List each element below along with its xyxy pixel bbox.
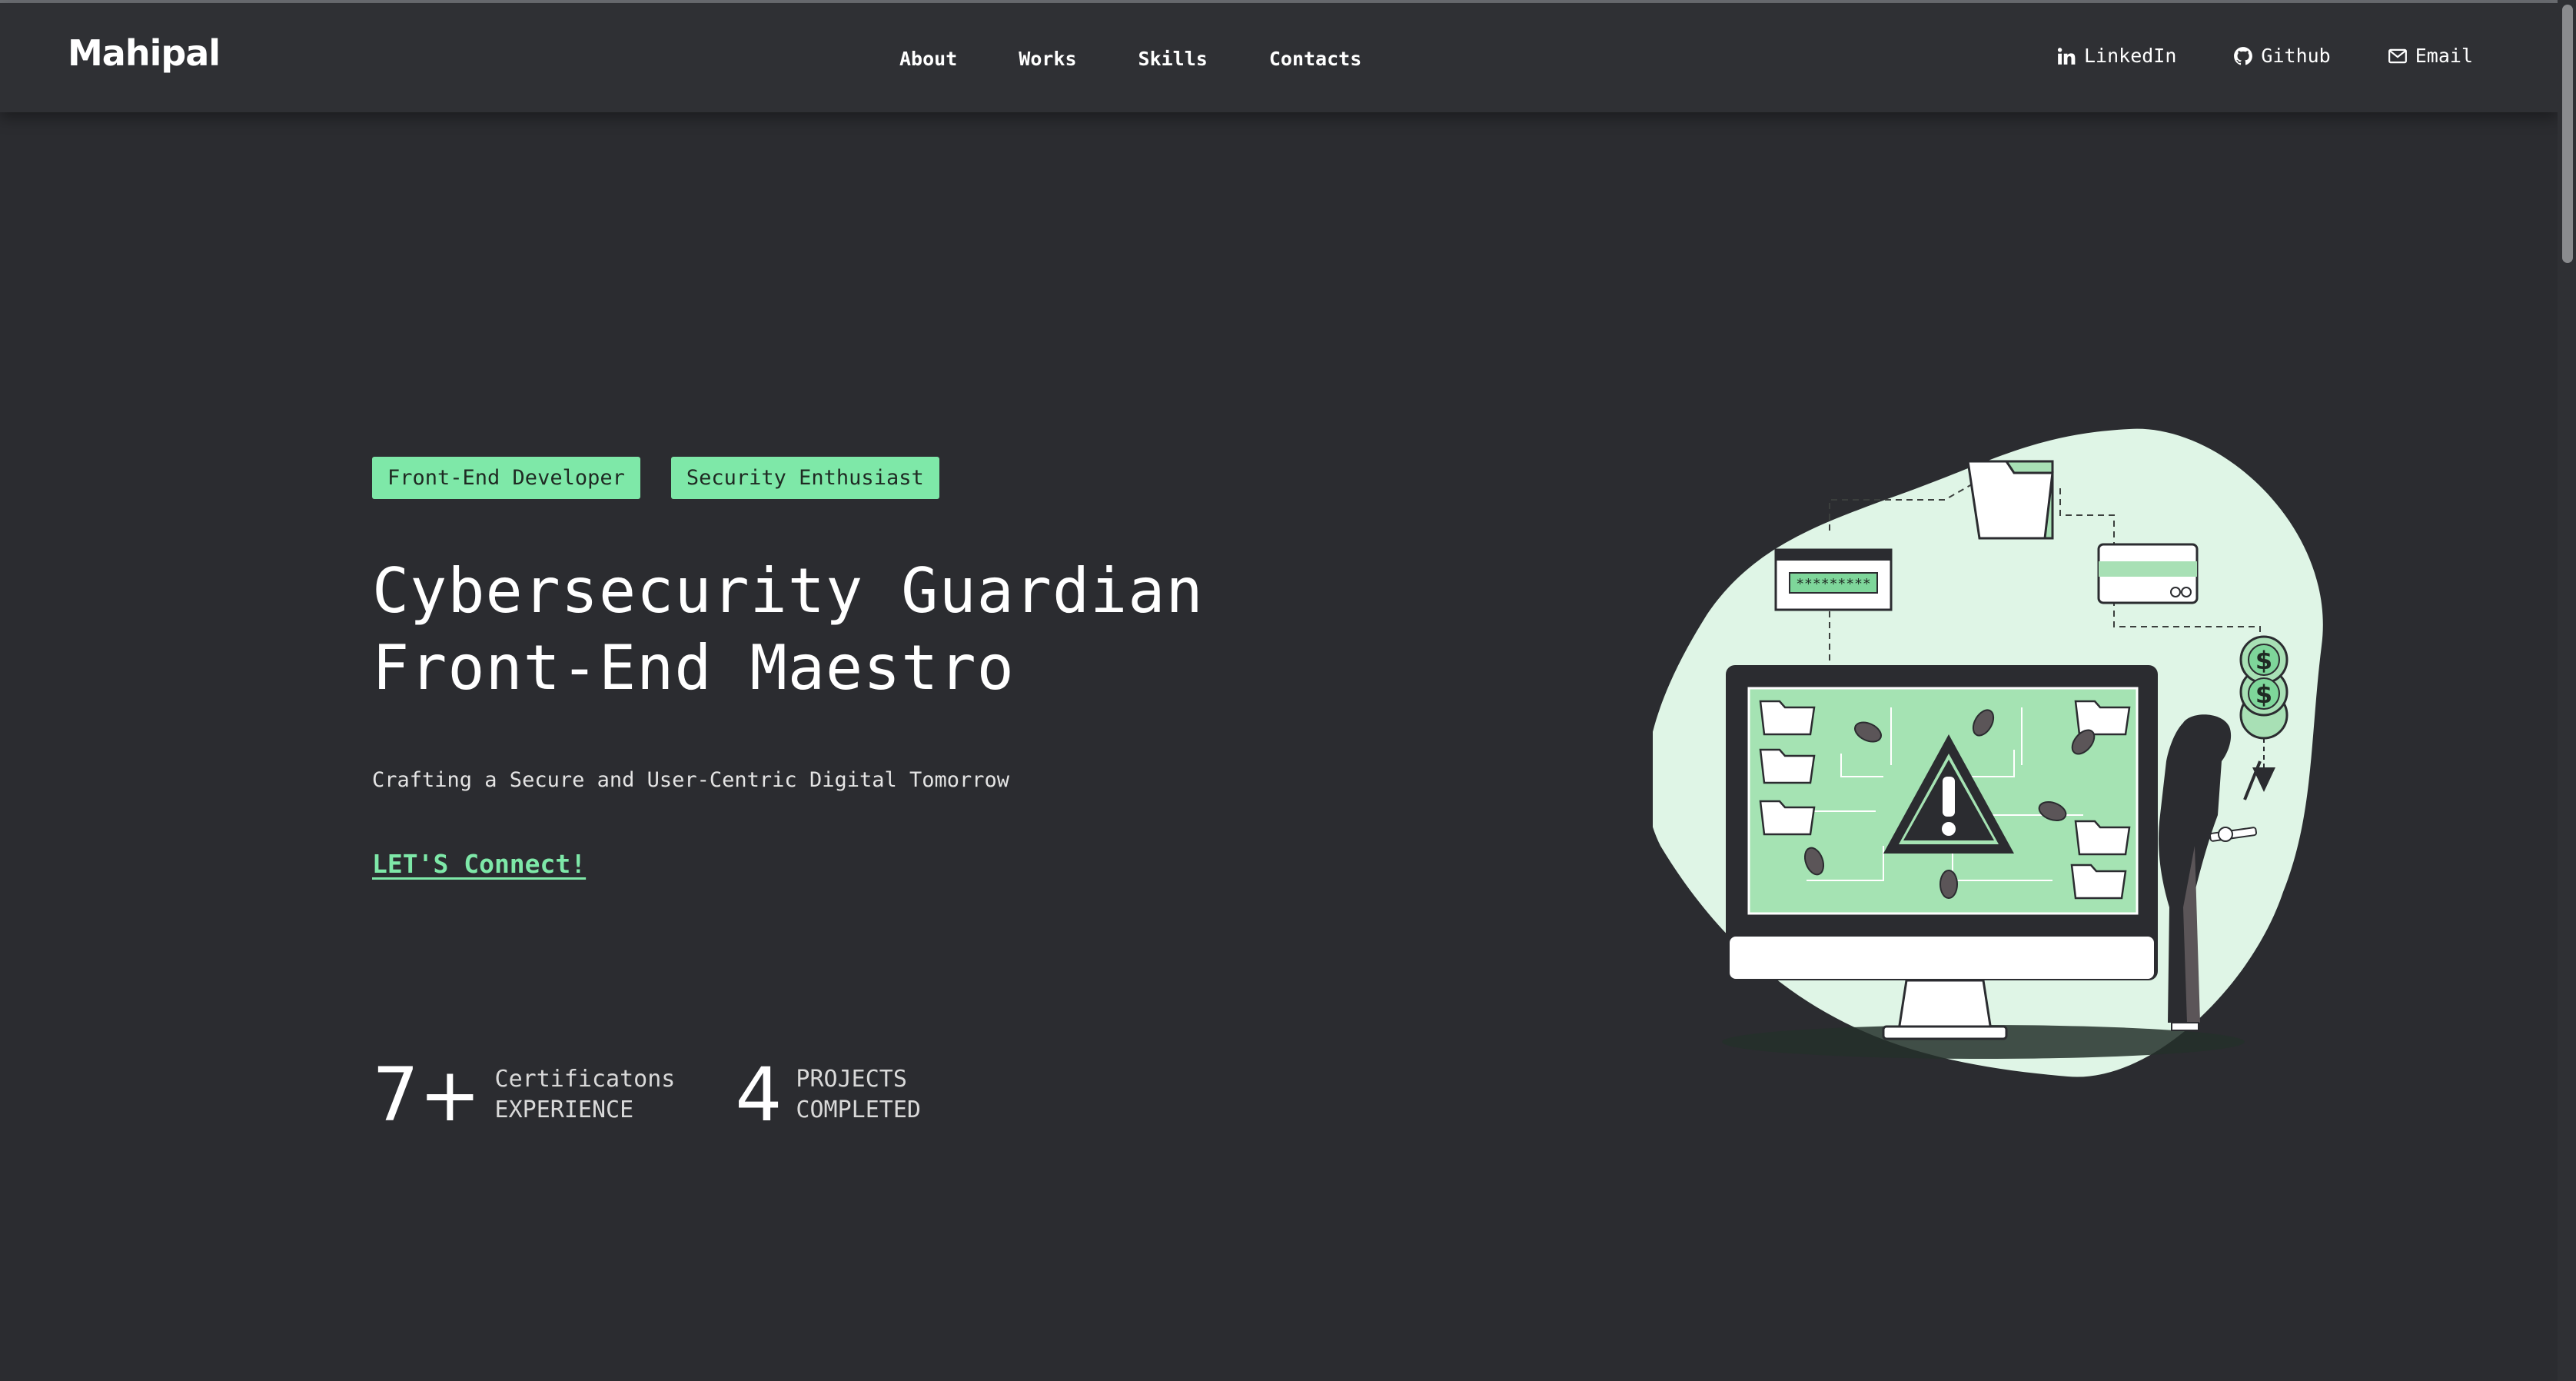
nav-link-skills[interactable]: Skills	[1138, 48, 1208, 70]
linkedin-link[interactable]: LinkedIn	[2056, 45, 2176, 67]
site-logo[interactable]: Mahipal	[68, 32, 221, 74]
connect-cta-link[interactable]: LET'S Connect!	[372, 849, 586, 879]
password-mask: *********	[1796, 576, 1871, 592]
nav-link-contacts[interactable]: Contacts	[1269, 48, 1361, 70]
role-tags: Front-End Developer Security Enthusiast	[372, 457, 1295, 499]
email-label: Email	[2415, 45, 2473, 67]
coin-symbol: $	[2255, 646, 2272, 675]
email-link[interactable]: Email	[2388, 45, 2473, 67]
navbar: Mahipal About Works Skills Contacts Link…	[0, 3, 2558, 112]
nav-links: About Works Skills Contacts	[899, 48, 1361, 70]
scrollbar-thumb[interactable]	[2562, 5, 2573, 263]
credit-card-icon	[2097, 543, 2199, 604]
github-link[interactable]: Github	[2233, 45, 2331, 67]
github-label: Github	[2261, 45, 2331, 67]
hero-headline: Cybersecurity Guardian Front-End Maestro	[372, 553, 1295, 707]
stat-projects: 4 PROJECTS COMPLETED	[735, 1057, 921, 1133]
stat-label-line-1: PROJECTS	[796, 1066, 907, 1093]
linkedin-icon	[2057, 47, 2076, 65]
social-links: LinkedIn Github Email	[2056, 45, 2473, 67]
mail-icon	[2388, 48, 2407, 63]
hero-subtitle: Crafting a Secure and User-Centric Digit…	[372, 768, 1010, 792]
nav-link-works[interactable]: Works	[1019, 48, 1076, 70]
coin-symbol-2: $	[2255, 680, 2272, 709]
tag-security-enthusiast: Security Enthusiast	[670, 457, 939, 499]
linkedin-label: LinkedIn	[2084, 45, 2177, 67]
stat-label: Certificatons EXPERIENCE	[495, 1064, 676, 1126]
stats-row: 7+ Certificatons EXPERIENCE 4 PROJECTS C…	[372, 1057, 921, 1133]
stat-value: 4	[735, 1052, 783, 1138]
password-box: *********	[1774, 548, 1893, 611]
headline-line-2: Front-End Maestro	[372, 632, 1015, 704]
folder-top-icon	[1966, 460, 2054, 540]
nav-link-about[interactable]: About	[899, 48, 957, 70]
tag-front-end-developer: Front-End Developer	[372, 457, 640, 499]
stat-label-line-2: COMPLETED	[796, 1096, 921, 1123]
stat-label: PROJECTS COMPLETED	[796, 1064, 921, 1126]
hacker-illustration: ********* $ $	[1653, 428, 2323, 1077]
stat-label-line-2: EXPERIENCE	[494, 1096, 634, 1123]
scrollbar-track[interactable]	[2558, 0, 2576, 1381]
stat-certifications: 7+ Certificatons EXPERIENCE	[372, 1057, 675, 1133]
headline-line-1: Cybersecurity Guardian	[372, 555, 1204, 627]
stat-value: 7+	[372, 1052, 481, 1138]
github-icon	[2234, 46, 2253, 65]
stat-label-line-1: Certificatons	[494, 1066, 676, 1093]
hero-section: Front-End Developer Security Enthusiast …	[372, 457, 1295, 879]
